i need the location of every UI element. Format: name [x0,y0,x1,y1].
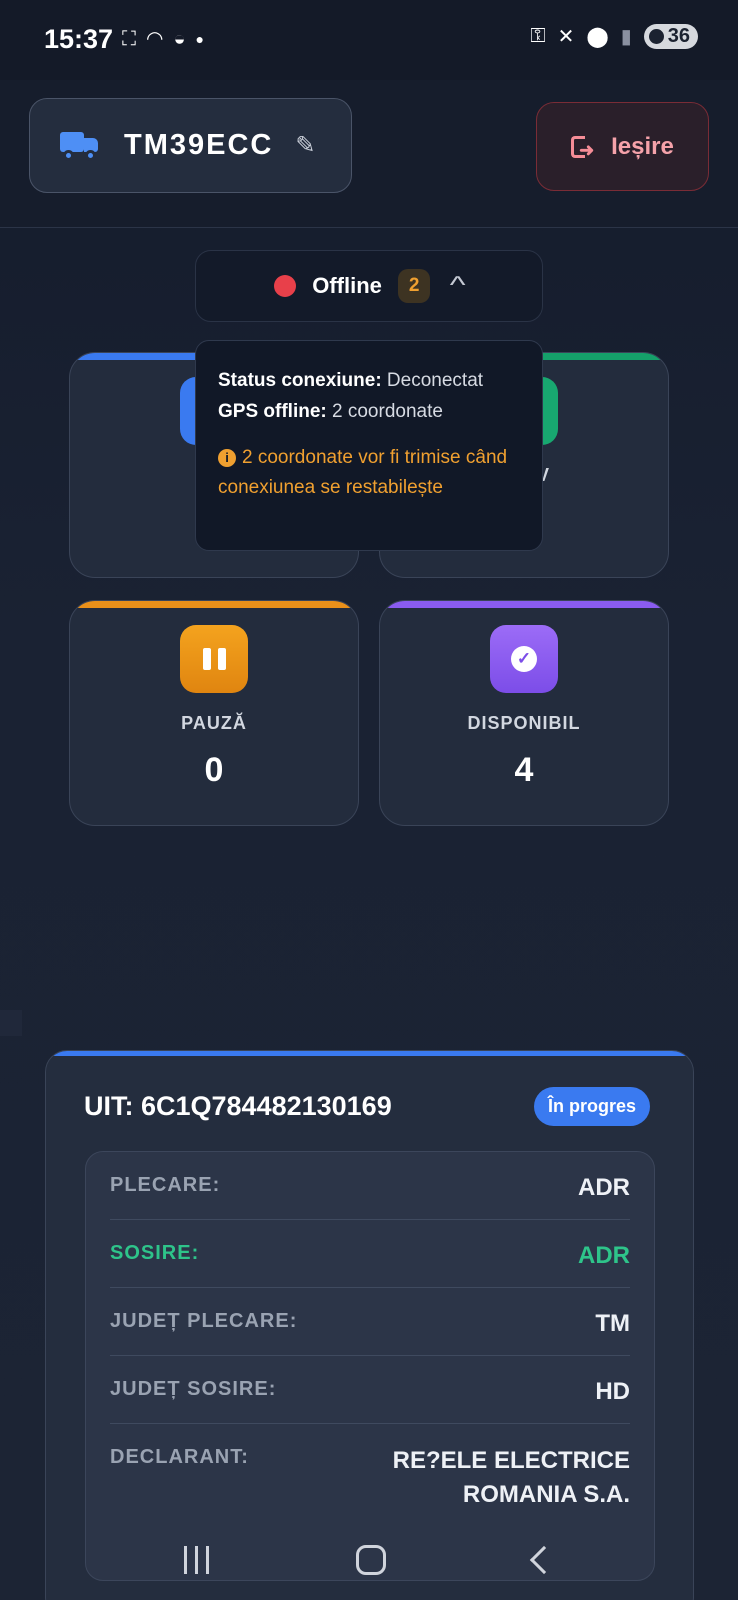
screenshot-icon: ⛶ [122,28,136,50]
dot-icon: ● [195,31,205,47]
stat-value: 4 [514,751,534,789]
uit-card[interactable]: UIT: 6C1Q784482130169 În progres PLECARE… [45,1050,694,1600]
detail-row: SOSIRE: ADR [110,1220,630,1288]
uit-title: UIT: 6C1Q784482130169 [84,1091,392,1121]
app-header: TM39ECC ✎ ➜ Ieșire [0,80,738,228]
logout-label: Ieșire [611,132,674,160]
location-icon: ⬤ [586,26,609,48]
detail-value: TM [595,1310,630,1337]
logout-icon: ➜ [571,135,597,160]
system-nav-bar [0,1520,738,1600]
stat-card-available[interactable]: ✓ DISPONIBIL 4 [379,600,669,826]
detail-row: JUDEȚ SOSIRE: HD [110,1356,630,1424]
stat-label: PAUZĂ [181,713,247,733]
tooltip-gps-line: GPS offline: 2 coordonate [218,401,443,422]
stat-card-pause[interactable]: PAUZĂ 0 [69,600,359,826]
key-icon: ⚿ [530,25,546,47]
detail-row: PLECARE: ADR [110,1152,630,1220]
battery-indicator: 36 [643,24,698,49]
chevron-up-icon: ^ [450,272,467,299]
detail-row: DECLARANT: RE?ELE ELECTRICE ROMANIA S.A. [110,1424,630,1534]
uit-details: PLECARE: ADR SOSIRE: ADR JUDEȚ PLECARE: … [85,1151,655,1581]
vehicle-selector-button[interactable]: TM39ECC ✎ [29,98,352,193]
tooltip-warning: i2 coordonate vor fi trimise când conexi… [218,447,508,498]
detail-key: DECLARANT: [110,1446,249,1468]
check-icon: ✓ [490,625,558,693]
detail-value: ADR [578,1174,630,1201]
pause-icon [180,625,248,693]
connection-status-toggle[interactable]: Offline 2 ^ [195,250,543,322]
home-icon[interactable] [356,1545,387,1575]
edit-icon[interactable]: ✎ [295,131,315,160]
status-badge: În progres [534,1087,651,1126]
stat-value: 0 [204,751,224,789]
notification-icons: ⛶ ◠ ◒ ● [122,26,204,52]
truck-icon [60,130,100,162]
back-icon[interactable] [529,1545,559,1575]
detail-value: HD [595,1378,630,1405]
connection-tooltip: Status conexiune: Deconectat GPS offline… [195,340,543,551]
app-icon-2: ◒ [173,28,186,50]
detail-key: SOSIRE: [110,1242,200,1264]
detail-value: ADR [578,1242,630,1269]
status-bar: 15:37 ⛶ ◠ ◒ ● ⚿ ✕ ⬤ ▮ 36 [0,0,738,80]
mute-icon: ✕ [557,26,575,48]
detail-value: RE?ELE ELECTRICE ROMANIA S.A. [392,1447,630,1508]
pending-count-badge: 2 [397,269,431,303]
connection-status-label: Offline [312,273,382,298]
detail-key: JUDEȚ SOSIRE: [110,1378,277,1400]
info-icon: i [218,449,236,467]
detail-key: PLECARE: [110,1174,221,1196]
detail-row: JUDEȚ PLECARE: TM [110,1288,630,1356]
app-icon: ◠ [146,28,164,50]
detail-key: JUDEȚ PLECARE: [110,1310,298,1332]
tooltip-status-line: Status conexiune: Deconectat [218,370,484,391]
logout-button[interactable]: ➜ Ieșire [536,102,709,191]
system-icons: ⚿ ✕ ⬤ ▮ 36 [530,24,698,49]
recent-apps-icon[interactable] [183,1546,209,1574]
clock: 15:37 [44,24,114,54]
background-artifact [0,1010,22,1036]
signal-icon: ▮ [620,26,632,48]
offline-dot-icon [274,275,297,297]
vehicle-plate: TM39ECC [124,129,274,161]
stat-label: DISPONIBIL [467,713,581,733]
